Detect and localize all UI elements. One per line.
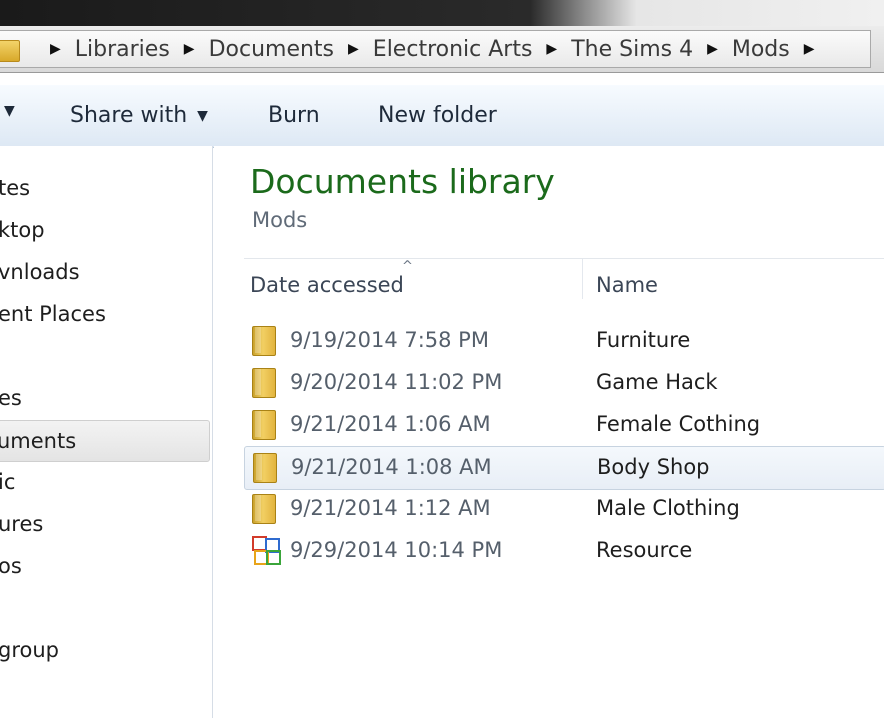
toolbar-dropdown-caret[interactable]: ▼: [0, 103, 15, 119]
file-date: 9/29/2014 10:14 PM: [290, 538, 503, 562]
breadcrumb-arrow-icon[interactable]: ▶: [707, 41, 718, 57]
file-date: 9/21/2014 1:06 AM: [290, 412, 491, 436]
column-headers: Date accessed ^ Name: [244, 258, 884, 309]
breadcrumb-arrow-icon[interactable]: ▶: [184, 41, 195, 57]
file-list-pane: Documents library Mods Date accessed ^ N…: [214, 146, 884, 718]
nav-item-favorites[interactable]: tes: [0, 168, 30, 208]
file-row[interactable]: 9/21/2014 1:06 AM Female Cothing: [244, 404, 884, 446]
file-name: Male Clothing: [596, 496, 740, 520]
share-with-button[interactable]: Share with ▼: [70, 103, 208, 128]
folder-icon: [252, 494, 276, 524]
file-row[interactable]: 9/21/2014 1:12 AM Male Clothing: [244, 488, 884, 530]
file-name: Body Shop: [597, 455, 710, 479]
column-separator[interactable]: [582, 259, 583, 299]
column-header-date-accessed[interactable]: Date accessed: [250, 273, 404, 297]
file-name: Game Hack: [596, 370, 718, 394]
file-name: Furniture: [596, 328, 691, 352]
breadcrumb[interactable]: ▶ Libraries ▶ Documents ▶ Electronic Arts ▶…: [0, 30, 871, 68]
nav-item-recent-places[interactable]: ent Places: [0, 294, 106, 334]
sort-ascending-icon: ^: [402, 259, 413, 274]
breadcrumb-arrow-icon[interactable]: ▶: [546, 41, 557, 57]
file-date: 9/20/2014 11:02 PM: [290, 370, 503, 394]
file-date: 9/19/2014 7:58 PM: [290, 328, 489, 352]
address-bar: ▶ Libraries ▶ Documents ▶ Electronic Arts ▶…: [0, 26, 884, 73]
file-row[interactable]: 9/20/2014 11:02 PM Game Hack: [244, 362, 884, 404]
nav-item-music[interactable]: ic: [0, 462, 15, 502]
library-subtitle: Mods: [252, 208, 308, 232]
file-name: Female Cothing: [596, 412, 761, 436]
chevron-down-icon: ▼: [197, 107, 208, 124]
breadcrumb-arrow-icon[interactable]: ▶: [804, 41, 815, 57]
folder-icon: [253, 453, 277, 483]
file-row-hovered[interactable]: 9/21/2014 1:08 AM Body Shop: [244, 446, 884, 490]
command-toolbar: ▼ Share with ▼ Burn New folder: [0, 84, 884, 148]
breadcrumb-arrow-icon[interactable]: ▶: [348, 41, 359, 57]
file-name: Resource: [596, 538, 693, 562]
library-title: Documents library: [250, 162, 555, 201]
nav-item-homegroup[interactable]: group: [0, 630, 59, 670]
burn-button[interactable]: Burn: [268, 103, 320, 128]
library-folder-icon: [0, 36, 26, 62]
nav-item-pictures[interactable]: ures: [0, 504, 43, 544]
breadcrumb-item-the-sims-4[interactable]: The Sims 4 ▶: [571, 37, 732, 62]
nav-item-videos[interactable]: os: [0, 546, 22, 586]
file-date: 9/21/2014 1:12 AM: [290, 496, 491, 520]
breadcrumb-item-electronic-arts[interactable]: Electronic Arts ▶: [373, 37, 571, 62]
file-row[interactable]: 9/29/2014 10:14 PM Resource: [244, 530, 884, 572]
nav-item-documents[interactable]: uments: [0, 420, 210, 462]
folder-icon: [252, 410, 276, 440]
nav-item-libraries[interactable]: es: [0, 378, 22, 418]
breadcrumb-arrow-0[interactable]: ▶: [36, 41, 75, 57]
column-header-name[interactable]: Name: [596, 273, 658, 297]
folder-icon: [252, 368, 276, 398]
new-folder-button[interactable]: New folder: [378, 103, 497, 128]
file-row[interactable]: 9/19/2014 7:58 PM Furniture: [244, 320, 884, 362]
folder-icon: [252, 326, 276, 356]
breadcrumb-item-mods[interactable]: Mods ▶: [732, 37, 829, 62]
resource-file-icon: [252, 536, 281, 565]
nav-item-downloads[interactable]: vnloads: [0, 252, 80, 292]
breadcrumb-item-documents[interactable]: Documents ▶: [209, 37, 373, 62]
breadcrumb-item-libraries[interactable]: Libraries ▶: [75, 37, 209, 62]
file-date: 9/21/2014 1:08 AM: [291, 455, 492, 479]
nav-item-desktop[interactable]: ktop: [0, 210, 45, 250]
navigation-pane: tes ktop vnloads ent Places es uments ic…: [0, 146, 213, 718]
chevron-down-icon[interactable]: ▼: [4, 103, 15, 119]
